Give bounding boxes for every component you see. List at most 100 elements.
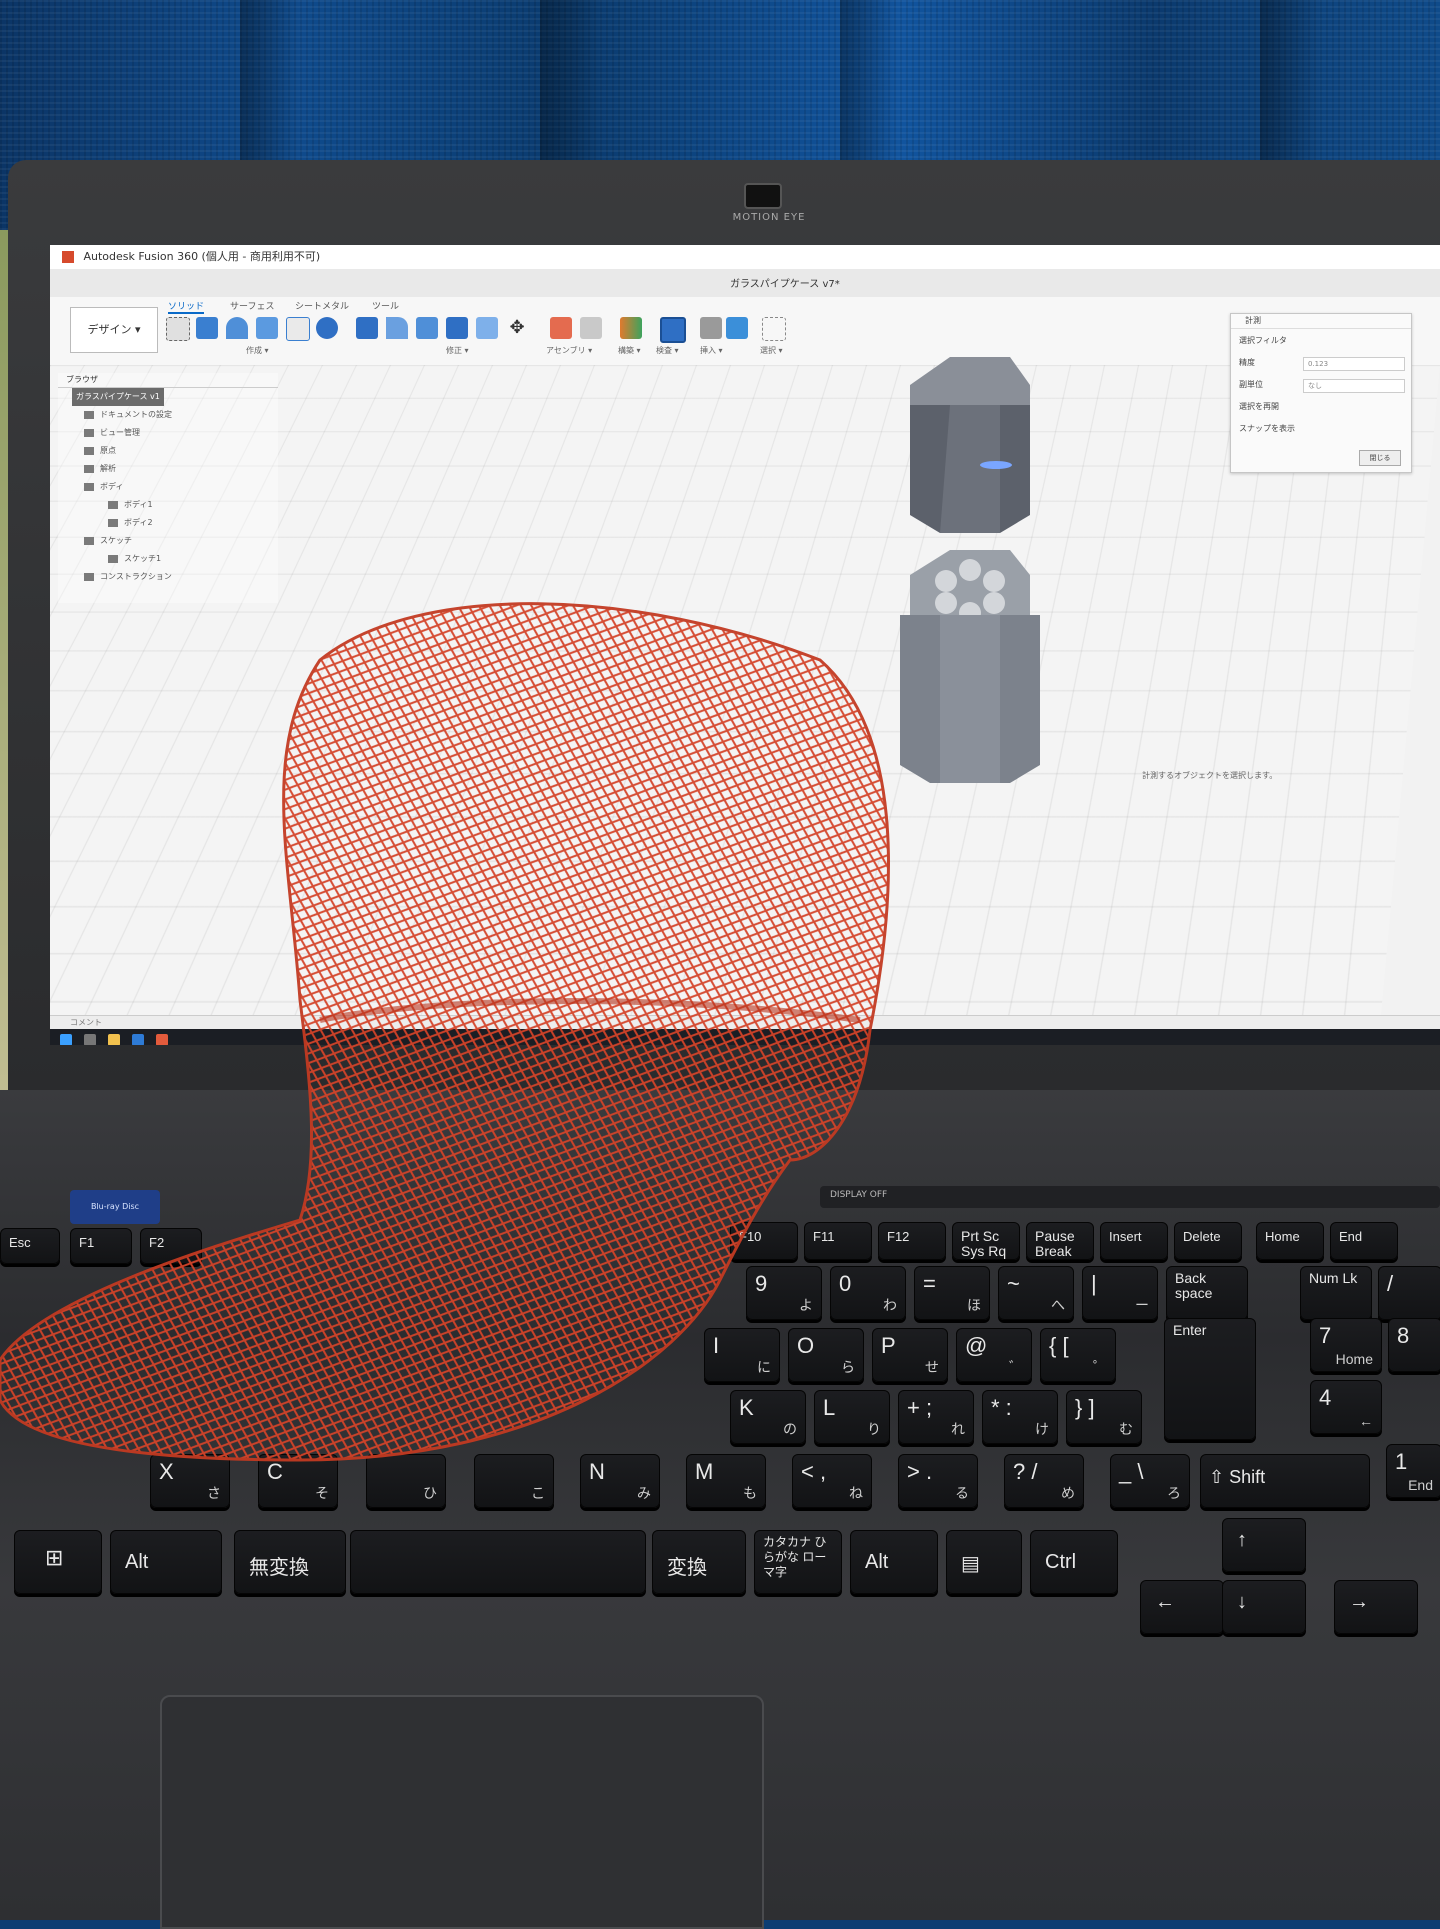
joint-icon[interactable] xyxy=(580,317,602,339)
browser-item[interactable]: 原点 xyxy=(58,442,278,460)
key-bracket[interactable]: { [゜ xyxy=(1040,1328,1116,1382)
key-shift[interactable]: ⇧ Shift xyxy=(1200,1454,1370,1508)
tab-tools[interactable]: ツール xyxy=(372,299,399,312)
group-assemble[interactable]: アセンブリ ▾ xyxy=(546,345,592,356)
key-prtsc[interactable]: Prt Sc Sys Rq xyxy=(952,1222,1020,1260)
key-home[interactable]: Home xyxy=(1256,1222,1324,1260)
key-f10[interactable]: F10 xyxy=(730,1222,798,1260)
key-num1[interactable]: 1 End xyxy=(1386,1444,1440,1498)
pipe-case-model[interactable] xyxy=(890,345,1080,785)
key-backslash[interactable]: _ \ ろ xyxy=(1110,1454,1190,1508)
group-insert[interactable]: 挿入 ▾ xyxy=(700,345,723,356)
create-sketch-icon[interactable] xyxy=(166,317,190,341)
browser-item[interactable]: ビュー管理 xyxy=(58,424,278,442)
key-question[interactable]: ? / め xyxy=(1004,1454,1084,1508)
start-icon[interactable] xyxy=(60,1034,72,1045)
sweep-icon[interactable] xyxy=(256,317,278,339)
browser-item[interactable]: コンストラクション xyxy=(58,568,278,586)
group-construct[interactable]: 構築 ▾ xyxy=(618,345,641,356)
key-arrow-up[interactable]: ↑ xyxy=(1222,1518,1306,1572)
shell-icon[interactable] xyxy=(416,317,438,339)
unit-dropdown[interactable]: なし xyxy=(1303,379,1405,393)
key-p[interactable]: Pせ xyxy=(872,1328,948,1382)
key-esc[interactable]: Esc xyxy=(0,1228,60,1264)
browser-item[interactable]: ドキュメントの設定 xyxy=(58,406,278,424)
group-create[interactable]: 作成 ▾ xyxy=(246,345,269,356)
key-delete[interactable]: Delete xyxy=(1174,1222,1242,1260)
key-arrow-left[interactable]: ← xyxy=(1140,1580,1224,1634)
browser-item[interactable]: ボディ xyxy=(58,478,278,496)
key-enter[interactable]: Enter xyxy=(1164,1318,1256,1440)
key-m[interactable]: Mも xyxy=(686,1454,766,1508)
tab-sheetmetal[interactable]: シートメタル xyxy=(295,299,349,312)
key-v[interactable]: ひ xyxy=(366,1454,446,1508)
group-inspect[interactable]: 検査 ▾ xyxy=(656,345,679,356)
split-body-icon[interactable] xyxy=(476,317,498,339)
search-icon[interactable] xyxy=(84,1034,96,1045)
key-l[interactable]: Lり xyxy=(814,1390,890,1444)
key-f1[interactable]: F1 xyxy=(70,1228,132,1264)
key-i[interactable]: Iに xyxy=(704,1328,780,1382)
key-pause[interactable]: Pause Break xyxy=(1026,1222,1094,1260)
browser-icon[interactable] xyxy=(132,1034,144,1045)
key-x[interactable]: Xさ xyxy=(150,1454,230,1508)
key-arrow-right[interactable]: → xyxy=(1334,1580,1418,1634)
key-yen[interactable]: | ー xyxy=(1082,1266,1158,1320)
key-windows[interactable]: ⊞ xyxy=(14,1530,102,1594)
fillet-icon[interactable] xyxy=(386,317,408,339)
key-b[interactable]: こ xyxy=(474,1454,554,1508)
fusion-app-icon[interactable] xyxy=(156,1034,168,1045)
key-end[interactable]: End xyxy=(1330,1222,1398,1260)
key-alt[interactable]: Alt xyxy=(110,1530,222,1594)
key-k[interactable]: Kの xyxy=(730,1390,806,1444)
key-0[interactable]: 0わ xyxy=(830,1266,906,1320)
tab-surface[interactable]: サーフェス xyxy=(230,299,274,312)
offset-plane-icon[interactable] xyxy=(620,317,642,339)
case-body[interactable] xyxy=(900,550,1040,783)
key-num4[interactable]: 4 ← xyxy=(1310,1380,1382,1434)
key-slash-num[interactable]: / xyxy=(1378,1266,1440,1320)
move-icon[interactable]: ✥ xyxy=(506,317,528,339)
key-c[interactable]: Cそ xyxy=(258,1454,338,1508)
browser-item[interactable]: 解析 xyxy=(58,460,278,478)
key-caret[interactable]: ~ へ xyxy=(998,1266,1074,1320)
key-num8[interactable]: 8 xyxy=(1388,1318,1440,1372)
key-o[interactable]: Oら xyxy=(788,1328,864,1382)
browser-item[interactable]: ボディ2 xyxy=(58,514,278,532)
key-9[interactable]: 9よ xyxy=(746,1266,822,1320)
select-icon[interactable] xyxy=(762,317,786,341)
key-numlock[interactable]: Num Lk xyxy=(1300,1266,1372,1320)
revolve-icon[interactable] xyxy=(226,317,248,339)
case-lid[interactable] xyxy=(910,357,1030,533)
key-comma[interactable]: < ,ね xyxy=(792,1454,872,1508)
key-period[interactable]: > .る xyxy=(898,1454,978,1508)
precision-dropdown[interactable]: 0.123 xyxy=(1303,357,1405,371)
key-alt-right[interactable]: Alt xyxy=(850,1530,938,1594)
document-tab[interactable]: ガラスパイプケース v7* xyxy=(730,275,840,290)
key-muhenkan[interactable]: 無変換 xyxy=(234,1530,346,1594)
tab-solid[interactable]: ソリッド xyxy=(168,299,205,314)
extrude-icon[interactable] xyxy=(196,317,218,339)
key-at[interactable]: @ ゛ xyxy=(956,1328,1032,1382)
browser-item[interactable]: ボディ1 xyxy=(58,496,278,514)
timeline[interactable]: コメント xyxy=(50,1015,1440,1030)
insert-icon[interactable] xyxy=(700,317,722,339)
key-semicolon[interactable]: + ; れ xyxy=(898,1390,974,1444)
close-button[interactable]: 閉じる xyxy=(1359,450,1401,466)
measure-icon[interactable] xyxy=(660,317,686,343)
key-insert[interactable]: Insert xyxy=(1100,1222,1168,1260)
new-component-icon[interactable] xyxy=(550,317,572,339)
key-f2[interactable]: F2 xyxy=(140,1228,202,1264)
group-modify[interactable]: 修正 ▾ xyxy=(446,345,469,356)
key-ctrl[interactable]: Ctrl xyxy=(1030,1530,1118,1594)
loft-icon[interactable] xyxy=(286,317,310,341)
key-kana[interactable]: カタカナ ひらがな ローマ字 xyxy=(754,1530,842,1594)
key-henkan[interactable]: 変換 xyxy=(652,1530,746,1594)
key-colon[interactable]: * :け xyxy=(982,1390,1058,1444)
folder-icon[interactable] xyxy=(108,1034,120,1045)
key-rbracket[interactable]: } ] む xyxy=(1066,1390,1142,1444)
browser-item[interactable]: スケッチ xyxy=(58,532,278,550)
browser-root[interactable]: ガラスパイプケース v1 xyxy=(58,388,278,406)
key-space[interactable] xyxy=(350,1530,646,1594)
combine-icon[interactable] xyxy=(446,317,468,339)
